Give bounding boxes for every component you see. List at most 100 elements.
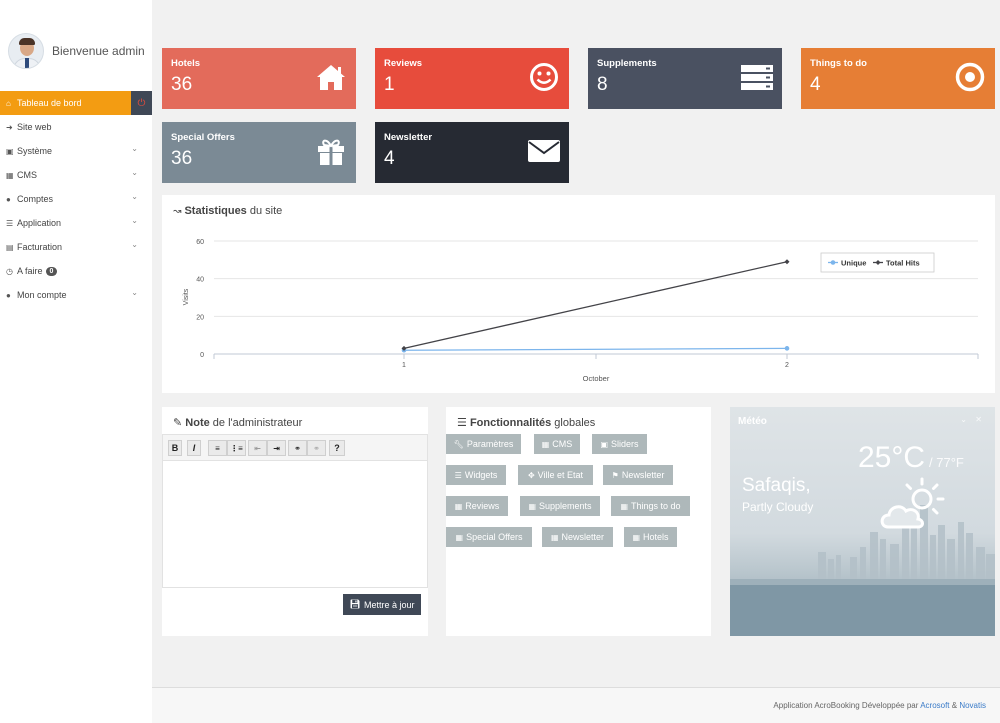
ordered-list-icon: ≡ [215, 443, 220, 453]
sidebar-item-site-web[interactable]: ➜ Site web [0, 115, 152, 139]
feature-special-offers-button[interactable]: ▦ Special Offers [446, 527, 532, 547]
feature-supplements-button[interactable]: ▦ Supplements [520, 496, 600, 516]
bold-button[interactable]: B [168, 440, 182, 456]
acrosoft-link[interactable]: Acrosoft [920, 701, 949, 710]
unlink-icon: ⚭ [313, 443, 320, 453]
unlink-button[interactable]: ⚭ [307, 440, 326, 456]
doc-icon: ▦ [455, 532, 464, 542]
envelope-icon [528, 140, 560, 162]
avatar[interactable] [8, 33, 44, 69]
editor-toolbar: B I ≡ ⋮≡ ⇤ ⇥ ⚭ ⚭ ? [162, 434, 428, 461]
tile-supplements[interactable]: Supplements 8 [588, 48, 782, 109]
home-icon: ⌂ [6, 98, 11, 108]
sidebar-item-a-faire[interactable]: ◷ A faire 0 [0, 259, 152, 283]
novatis-link[interactable]: Novatis [959, 701, 986, 710]
tile-things-to-do[interactable]: Things to do 4 [801, 48, 995, 109]
home-icon [317, 65, 345, 90]
sidebar-item-cms[interactable]: ▦ CMS ⌄ [0, 163, 152, 187]
y-axis-label: Visits [183, 288, 190, 305]
sidebar-item-facturation[interactable]: ▤ Facturation ⌄ [0, 235, 152, 259]
chevron-down-icon: ⌄ [131, 192, 138, 201]
tile-reviews[interactable]: Reviews 1 [375, 48, 569, 109]
chevron-down-icon: ⌄ [131, 288, 138, 297]
sidebar-item-tableau-de-bord[interactable]: ⌂ Tableau de bord ⏻ [0, 91, 152, 115]
sidebar-item-systeme[interactable]: ▣ Système ⌄ [0, 139, 152, 163]
list-icon: ☰ [457, 417, 467, 429]
link-button[interactable]: ⚭ [288, 440, 307, 456]
feature-sliders-button[interactable]: ▣ Sliders [592, 434, 647, 454]
feature-parametres-button[interactable]: 🔧︎ Paramètres [446, 434, 521, 454]
feature-reviews-button[interactable]: ▦ Reviews [446, 496, 508, 516]
collapse-icon[interactable]: ⌄ [960, 415, 967, 424]
sidebar-item-label: CMS [17, 170, 37, 180]
user-icon: ● [6, 290, 11, 300]
sign-in-icon: ➜ [6, 122, 13, 132]
sidebar-item-application[interactable]: ☰ Application ⌄ [0, 211, 152, 235]
bookmark-icon: ⚑ [611, 470, 619, 480]
tile-newsletter[interactable]: Newsletter 4 [375, 122, 569, 183]
sidebar-item-label: Facturation [17, 242, 63, 252]
tile-hotels[interactable]: Hotels 36 [162, 48, 356, 109]
save-icon: 💾︎ [349, 599, 361, 609]
y-tick-label: 60 [196, 239, 204, 246]
edit-icon: ✎ [173, 417, 183, 429]
feature-things-to-do-button[interactable]: ▦ Things to do [611, 496, 690, 516]
sidebar-menu: ⌂ Tableau de bord ⏻ ➜ Site web ▣ Système… [0, 91, 152, 307]
legend-label: Total Hits [886, 259, 920, 268]
y-tick-label: 20 [196, 314, 204, 321]
feature-ville-etat-button[interactable]: ✥ Ville et Etat [518, 465, 593, 485]
series-line-unique [403, 347, 788, 351]
sidebar-item-label: Tableau de bord [17, 98, 82, 108]
unordered-list-button[interactable]: ⋮≡ [227, 440, 246, 456]
outdent-button[interactable]: ⇤ [248, 440, 267, 456]
feature-hotels-button[interactable]: ▦ Hotels [624, 527, 677, 547]
sidebar-item-mon-compte[interactable]: ● Mon compte ⌄ [0, 283, 152, 307]
footer-credits: Application AcroBooking Développée par A… [773, 701, 986, 710]
smile-icon [530, 63, 558, 91]
update-note-button[interactable]: 💾︎ Mettre à jour [343, 594, 421, 615]
y-tick-label: 40 [196, 277, 204, 284]
x-axis-label: October [583, 374, 610, 383]
todo-count-badge: 0 [45, 266, 58, 276]
sidebar-item-comptes[interactable]: ● Comptes ⌄ [0, 187, 152, 211]
doc-icon: ▦ [528, 501, 536, 511]
indent-button[interactable]: ⇥ [267, 440, 286, 456]
unordered-list-icon: ⋮≡ [230, 443, 243, 453]
indent-icon: ⇥ [273, 443, 280, 453]
legend-label: Unique [841, 259, 866, 268]
feature-newsletter-2-button[interactable]: ▦ Newsletter [542, 527, 613, 547]
features-title: ☰ Fonctionnalités globales [457, 417, 596, 429]
admin-note-panel: ✎ Note de l'administrateur B I ≡ ⋮≡ ⇤ ⇥ … [162, 407, 428, 636]
doc-icon: ▦ [632, 532, 641, 542]
legend-marker [830, 260, 836, 265]
sidebar-item-label: Mon compte [17, 290, 67, 300]
weather-temperature: 25°C/ 77°F [858, 441, 964, 474]
chevron-down-icon: ⌄ [131, 144, 138, 153]
user-icon: ● [6, 194, 11, 204]
update-button-label: Mettre à jour [363, 599, 415, 610]
tile-special-offers[interactable]: Special Offers 36 [162, 122, 356, 183]
feature-widgets-button[interactable]: ☰ Widgets [446, 465, 506, 485]
feature-cms-button[interactable]: ▦ CMS [534, 434, 580, 454]
chevron-down-icon: ⌄ [131, 216, 138, 225]
link-icon: ⚭ [294, 443, 301, 453]
data-point [784, 259, 790, 265]
crosshair-icon: ✥ [527, 470, 535, 480]
visits-chart: 0 20 40 60 1 2 October Visits Unique Total Hits [183, 239, 979, 383]
chevron-down-icon: ⌄ [131, 240, 138, 249]
sidebar-item-label: A faire [17, 266, 43, 276]
weather-city: Safaqis, [742, 475, 811, 496]
help-button[interactable]: ? [329, 440, 345, 456]
power-icon[interactable]: ⏻ [131, 91, 152, 115]
note-editor[interactable] [162, 461, 428, 588]
data-point [784, 346, 790, 351]
ordered-list-button[interactable]: ≡ [208, 440, 227, 456]
welcome-text: Bienvenue admin [52, 44, 145, 58]
close-icon[interactable]: ✕ [975, 415, 982, 424]
partly-cloudy-icon [880, 477, 945, 529]
sidebar-item-label: Comptes [17, 194, 54, 204]
italic-button[interactable]: I [187, 440, 201, 456]
weather-condition: Partly Cloudy [742, 500, 814, 514]
target-icon [955, 62, 985, 92]
feature-newsletter-button[interactable]: ⚑ Newsletter [603, 465, 673, 485]
